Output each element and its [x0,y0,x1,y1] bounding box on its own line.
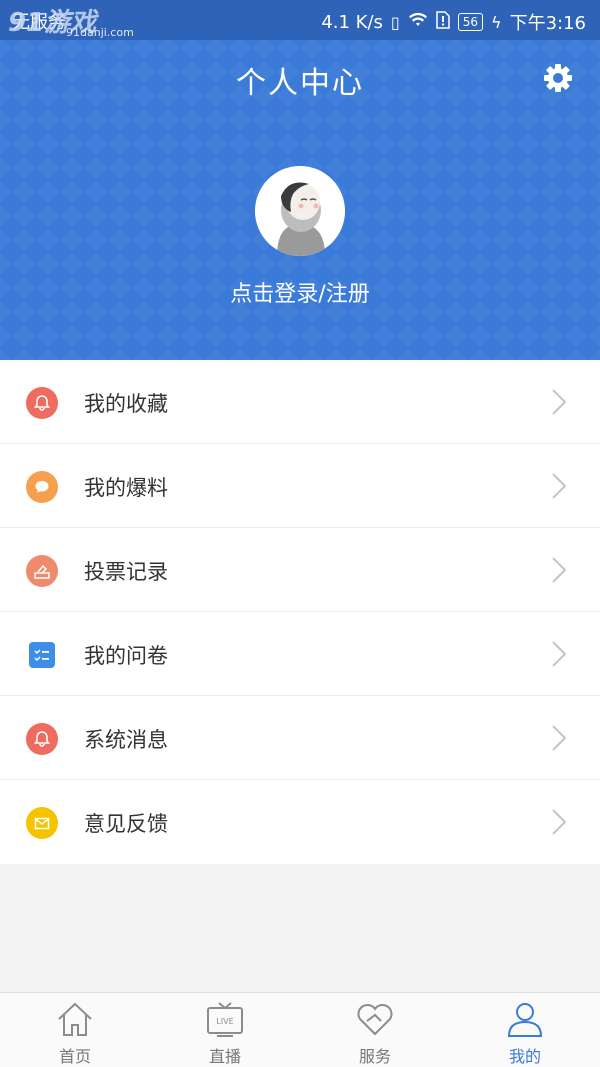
chevron-right-icon [552,641,567,667]
wifi-icon [408,12,428,32]
ballot-icon [26,555,58,587]
menu-item-label: 投票记录 [84,560,168,584]
gear-icon [544,64,572,92]
page-title: 个人中心 [236,66,364,101]
menu-item-system-messages[interactable]: 系统消息 [0,696,600,780]
menu-item-vote-records[interactable]: 投票记录 [0,528,600,612]
watermark-url: 91danji.com [66,26,134,39]
menu-item-label: 我的收藏 [84,392,168,416]
menu-item-label: 系统消息 [84,728,168,752]
status-bar: 无服务 91游戏 91danji.com 4.1 K/s ▯ 56 ϟ 下午3:… [0,0,600,40]
login-register-link[interactable]: 点击登录/注册 [0,276,600,308]
heart-icon [357,1004,393,1036]
menu-item-favorites[interactable]: 我的收藏 [0,360,600,444]
chevron-right-icon [552,725,567,751]
tv-live-text: LIVE [216,1017,233,1026]
settings-button[interactable] [542,62,574,94]
chevron-right-icon [552,473,567,499]
menu-item-questionnaires[interactable]: 我的问卷 [0,612,600,696]
tab-label: 直播 [208,1047,241,1066]
chevron-right-icon [552,557,567,583]
menu-item-label: 我的问卷 [84,644,168,668]
chevron-right-icon [552,809,567,835]
home-icon [58,1002,92,1036]
battery-level: 56 [457,13,484,31]
menu-item-label: 我的爆料 [84,476,168,500]
avatar[interactable] [255,166,345,256]
tv-live-icon: LIVE [207,1002,243,1037]
envelope-icon [26,807,58,839]
tab-services[interactable]: 服务 [300,993,450,1067]
clock: 下午3:16 [509,13,586,34]
menu-item-tipoffs[interactable]: 我的爆料 [0,444,600,528]
vibrate-icon: ▯ [390,12,400,32]
chat-bubble-icon [26,471,58,503]
person-icon [507,1003,543,1037]
status-indicators: 4.1 K/s ▯ 56 ϟ 下午3:16 [321,9,586,35]
tab-live[interactable]: LIVE 直播 [150,993,300,1067]
charging-icon: ϟ [491,12,502,32]
tab-label: 服务 [358,1047,391,1066]
tab-label: 我的 [508,1047,541,1066]
menu-list: 我的收藏 我的爆料 投票记录 我的问卷 系统消息 意见反馈 [0,360,600,864]
tab-label: 首页 [58,1047,91,1066]
bell-icon [26,387,58,419]
network-speed: 4.1 K/s [321,11,383,33]
avatar-illustration [255,166,345,256]
chevron-right-icon [552,389,567,415]
checklist-icon [29,642,55,668]
menu-item-feedback[interactable]: 意见反馈 [0,780,600,864]
bell-icon [26,723,58,755]
sim-alert-icon [435,11,450,33]
tab-home[interactable]: 首页 [0,993,150,1067]
menu-item-label: 意见反馈 [84,812,168,836]
tab-mine[interactable]: 我的 [450,993,600,1067]
bottom-nav: 首页 LIVE 直播 服务 我的 [0,992,600,1067]
